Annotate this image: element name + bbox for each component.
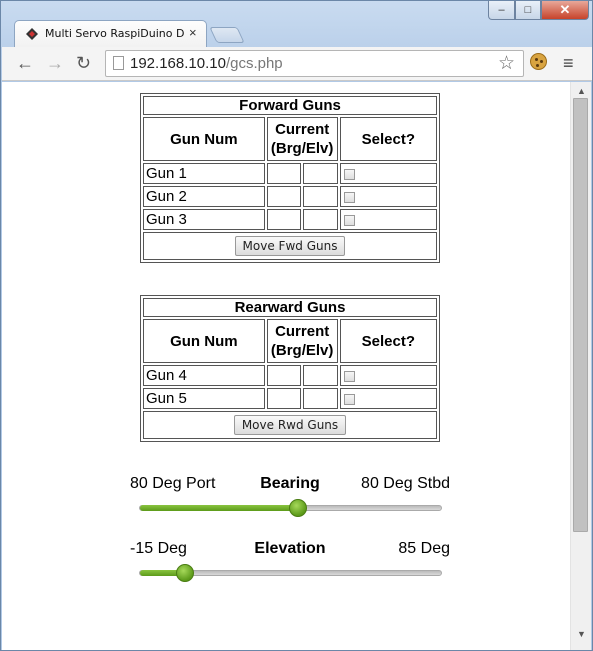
select-checkbox[interactable] [343, 168, 355, 180]
col-current: Current (Brg/Elv) [266, 117, 338, 161]
select-cell [339, 388, 437, 409]
select-checkbox[interactable] [343, 191, 355, 203]
select-checkbox[interactable] [343, 370, 355, 382]
select-checkbox[interactable] [343, 214, 355, 226]
forward-guns-title: Forward Guns [143, 96, 437, 115]
browser-window: Multi Servo RaspiDuino Da × – □ ✕ ← → ↻ … [0, 0, 593, 651]
col-current: Current (Brg/Elv) [266, 319, 338, 363]
button-cell: Move Rwd Guns [143, 411, 437, 439]
page-icon [113, 56, 124, 70]
current-elv [303, 186, 338, 207]
scroll-down-arrow-icon[interactable]: ▼ [577, 629, 586, 639]
tab-title: Multi Servo RaspiDuino Da [45, 27, 185, 40]
table-row: Gun 1 [143, 163, 437, 184]
rearward-guns-title: Rearward Guns [143, 298, 437, 317]
gun-name: Gun 4 [143, 365, 265, 386]
minimize-button[interactable]: – [488, 1, 515, 20]
current-brg [266, 209, 302, 230]
reload-icon[interactable]: ↻ [76, 53, 91, 73]
select-cell [339, 365, 437, 386]
url-text[interactable]: 192.168.10.10/gcs.php [130, 55, 283, 72]
bearing-max-label: 80 Deg Stbd [361, 475, 450, 492]
bearing-slider-fill [140, 505, 299, 511]
gun-name: Gun 3 [143, 209, 265, 230]
page-content: Forward Guns Gun Num Current (Brg/Elv) S… [2, 82, 570, 650]
url-host: 192.168.10.10 [130, 55, 226, 72]
current-elv [303, 365, 338, 386]
forward-arrow-icon[interactable]: → [46, 53, 64, 73]
current-elv [303, 163, 338, 184]
bookmark-star-icon[interactable]: ☆ [498, 52, 515, 75]
table-row: Gun 3 [143, 209, 437, 230]
forward-guns-table: Forward Guns Gun Num Current (Brg/Elv) S… [140, 93, 440, 263]
current-brg [266, 186, 302, 207]
elevation-slider[interactable] [139, 564, 442, 582]
current-brg [266, 163, 302, 184]
current-brg [266, 388, 302, 409]
scroll-up-arrow-icon[interactable]: ▲ [577, 86, 586, 96]
move-rwd-guns-button[interactable]: Move Rwd Guns [233, 415, 347, 435]
col-gun-num: Gun Num [143, 319, 265, 363]
rearward-guns-table: Rearward Guns Gun Num Current (Brg/Elv) … [140, 295, 440, 442]
new-tab-button[interactable] [209, 27, 245, 43]
table-row: Gun 5 [143, 388, 437, 409]
address-bar[interactable]: 192.168.10.10/gcs.php ☆ [105, 50, 524, 77]
move-fwd-guns-button[interactable]: Move Fwd Guns [234, 236, 346, 256]
button-cell: Move Fwd Guns [143, 232, 437, 260]
col-gun-num: Gun Num [143, 117, 265, 161]
table-row: Gun 2 [143, 186, 437, 207]
table-row: Gun 4 [143, 365, 437, 386]
gun-name: Gun 5 [143, 388, 265, 409]
col-select: Select? [339, 117, 437, 161]
cookie-icon[interactable] [530, 53, 547, 70]
window-controls: – □ ✕ [488, 1, 589, 21]
current-elv [303, 388, 338, 409]
maximize-button[interactable]: □ [515, 1, 541, 20]
scrollbar-thumb[interactable] [573, 98, 588, 532]
url-path: /gcs.php [225, 55, 283, 72]
bearing-slider-thumb[interactable] [289, 499, 308, 517]
gun-name: Gun 1 [143, 163, 265, 184]
raspberry-favicon-icon [26, 28, 38, 40]
elevation-labels: -15 Deg Elevation 85 Deg [130, 540, 450, 560]
elevation-slider-thumb[interactable] [176, 564, 195, 582]
bearing-slider[interactable] [139, 499, 442, 517]
vertical-scrollbar[interactable]: ▲ ▼ [570, 82, 591, 650]
select-cell [339, 209, 437, 230]
close-window-button[interactable]: ✕ [541, 1, 589, 20]
gun-name: Gun 2 [143, 186, 265, 207]
select-checkbox[interactable] [343, 393, 355, 405]
current-elv [303, 209, 338, 230]
menu-icon[interactable]: ≡ [563, 53, 574, 74]
bearing-labels: 80 Deg Port Bearing 80 Deg Stbd [130, 475, 450, 495]
elevation-max-label: 85 Deg [398, 540, 450, 557]
back-arrow-icon[interactable]: ← [16, 53, 34, 73]
select-cell [339, 163, 437, 184]
toolbar: ← → ↻ 192.168.10.10/gcs.php ☆ ≡ [2, 47, 592, 81]
col-select: Select? [339, 319, 437, 363]
browser-tab[interactable]: Multi Servo RaspiDuino Da × [14, 20, 207, 47]
tab-close-icon[interactable]: × [189, 25, 197, 40]
select-cell [339, 186, 437, 207]
current-brg [266, 365, 302, 386]
